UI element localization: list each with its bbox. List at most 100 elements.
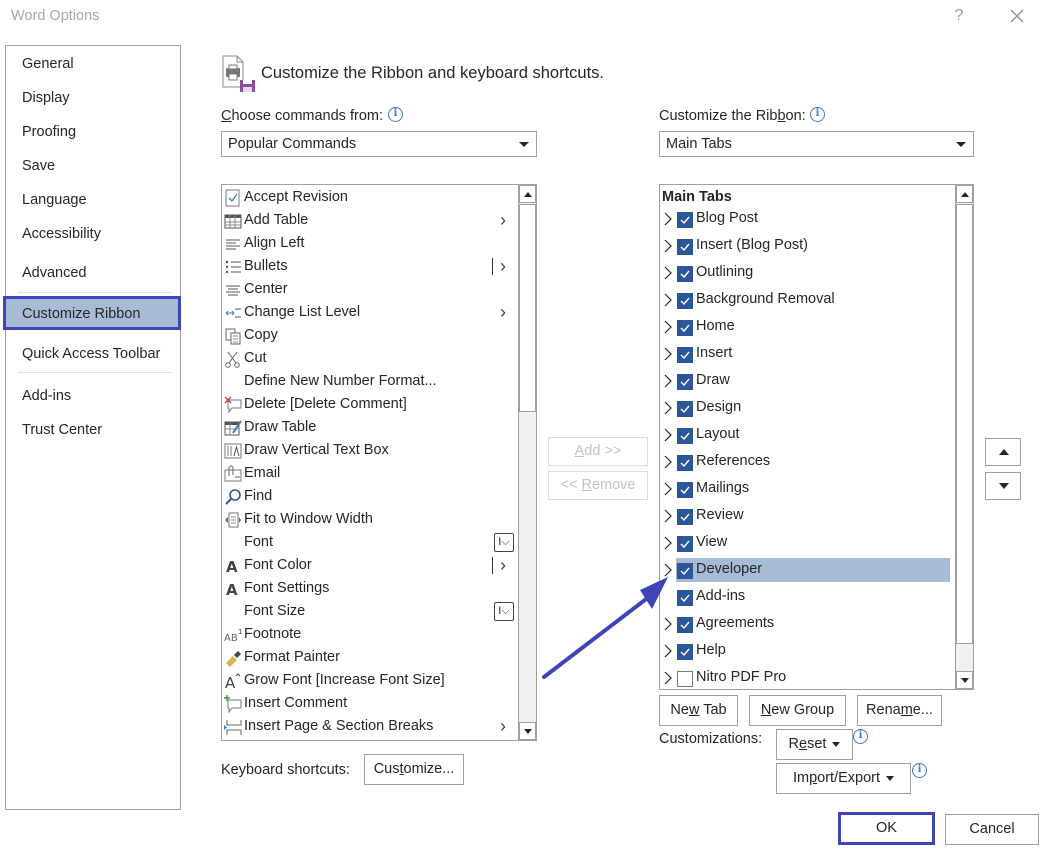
tab-checkbox[interactable] [677,401,693,417]
tab-checkbox[interactable] [677,266,693,282]
command-item[interactable]: Insert Page & Section Breaks › [222,715,518,738]
command-item[interactable]: Draw Vertical Text Box [222,439,518,462]
tab-checkbox[interactable] [677,374,693,390]
command-item[interactable]: Font Size I⌵ [222,600,518,623]
command-item[interactable]: Accept Revision [222,186,518,209]
ribbon-tab-item[interactable]: Mailings [660,476,950,503]
sidebar-item-customize-ribbon[interactable]: Customize Ribbon [3,296,181,330]
ribbon-tab-item[interactable]: Nitro PDF Pro [660,665,950,689]
expand-chevron-icon[interactable] [663,503,673,532]
rename-button[interactable]: Rename... [857,695,942,726]
new-group-button[interactable]: New Group [749,695,846,726]
ribbon-tab-item[interactable]: Insert [660,341,950,368]
command-item[interactable]: Define New Number Format... [222,370,518,393]
choose-commands-dropdown[interactable]: Popular Commands [221,131,537,157]
ribbon-tab-item[interactable]: Insert (Blog Post) [660,233,950,260]
move-up-button[interactable] [985,438,1021,466]
expand-chevron-icon[interactable] [663,530,673,559]
tab-checkbox[interactable] [677,212,693,228]
ribbon-tab-item[interactable]: View [660,530,950,557]
ribbon-tabs-tree[interactable]: Main Tabs Blog Post Insert (Blog Post) Out… [659,184,974,690]
command-item[interactable]: Change List Level › [222,301,518,324]
tab-checkbox[interactable] [677,347,693,363]
command-item[interactable]: Center [222,278,518,301]
expand-chevron-icon[interactable] [663,476,673,505]
command-item[interactable]: Draw Table [222,416,518,439]
scroll-up-button[interactable] [519,185,536,203]
tab-checkbox[interactable] [677,428,693,444]
ribbon-tab-item[interactable]: Agreements [660,611,950,638]
info-icon[interactable]: i [853,729,868,744]
scroll-down-button[interactable] [956,671,973,689]
command-item[interactable]: A Grow Font [Increase Font Size] [222,669,518,692]
ribbon-tab-item[interactable]: Background Removal [660,287,950,314]
close-button[interactable] [1007,6,1027,26]
sidebar-item-trust-center[interactable]: Trust Center [6,413,180,447]
command-item[interactable]: Cut [222,347,518,370]
ribbon-tab-item[interactable]: Home [660,314,950,341]
ribbon-tab-item[interactable]: Add-ins [660,584,950,611]
command-item[interactable]: AB1Footnote [222,623,518,646]
command-item[interactable]: Email [222,462,518,485]
command-item[interactable]: Delete [Delete Comment] [222,393,518,416]
remove-button[interactable]: << Remove [548,471,648,500]
cancel-button[interactable]: Cancel [945,814,1039,845]
tab-checkbox[interactable] [677,455,693,471]
customize-ribbon-dropdown[interactable]: Main Tabs [659,131,974,157]
customize-shortcuts-button[interactable]: Customize... [364,754,464,785]
tab-checkbox[interactable] [677,509,693,525]
move-down-button[interactable] [985,472,1021,500]
expand-chevron-icon[interactable] [663,422,673,451]
info-icon[interactable]: i [388,107,403,122]
info-icon[interactable]: i [810,107,825,122]
help-button[interactable]: ? [950,7,968,25]
command-item[interactable]: Font I⌵ [222,531,518,554]
command-item[interactable]: Bullets › [222,255,518,278]
tab-checkbox[interactable] [677,320,693,336]
sidebar-item-quick-access-toolbar[interactable]: Quick Access Toolbar [6,337,180,371]
ribbon-tab-item[interactable]: Developer [660,557,950,584]
scroll-up-button[interactable] [956,185,973,203]
expand-chevron-icon[interactable] [663,368,673,397]
import-export-button[interactable]: Import/Export [776,763,911,794]
add-button[interactable]: Add >> [548,437,648,466]
ok-button[interactable]: OK [838,812,935,845]
ribbon-tab-item[interactable]: Outlining [660,260,950,287]
sidebar-item-display[interactable]: Display [6,81,180,115]
sidebar-item-advanced[interactable]: Advanced [6,256,180,290]
reset-button[interactable]: Reset [776,729,853,760]
command-item[interactable]: Copy [222,324,518,347]
expand-chevron-icon[interactable] [663,206,673,235]
command-item[interactable]: Format Painter [222,646,518,669]
sidebar-item-save[interactable]: Save [6,149,180,183]
expand-chevron-icon[interactable] [663,260,673,289]
command-item[interactable]: Find [222,485,518,508]
ribbon-tab-item[interactable]: References [660,449,950,476]
tab-checkbox[interactable] [677,536,693,552]
scroll-thumb[interactable] [519,204,536,412]
command-item[interactable]: Fit to Window Width [222,508,518,531]
ribbon-scrollbar[interactable] [955,185,973,689]
sidebar-item-language[interactable]: Language [6,183,180,217]
ribbon-tab-item[interactable]: Help [660,638,950,665]
command-item[interactable]: Align Left [222,232,518,255]
sidebar-item-general[interactable]: General [6,47,180,81]
command-item[interactable]: Add Table › [222,209,518,232]
command-item[interactable]: Insert Comment [222,692,518,715]
new-tab-button[interactable]: New Tab [659,695,738,726]
tab-checkbox[interactable] [677,482,693,498]
commands-list[interactable]: Accept Revision Add Table › Align Left Bulle… [221,184,537,741]
sidebar-item-proofing[interactable]: Proofing [6,115,180,149]
command-item[interactable]: A Font Color › [222,554,518,577]
tab-checkbox[interactable] [677,293,693,309]
command-item[interactable]: A Font Settings [222,577,518,600]
info-icon[interactable]: i [912,763,927,778]
expand-chevron-icon[interactable] [663,233,673,262]
scroll-thumb[interactable] [956,204,973,644]
tab-checkbox[interactable] [677,239,693,255]
expand-chevron-icon[interactable] [663,449,673,478]
expand-chevron-icon[interactable] [663,395,673,424]
ribbon-tab-item[interactable]: Design [660,395,950,422]
scroll-down-button[interactable] [519,722,536,740]
expand-chevron-icon[interactable] [663,287,673,316]
